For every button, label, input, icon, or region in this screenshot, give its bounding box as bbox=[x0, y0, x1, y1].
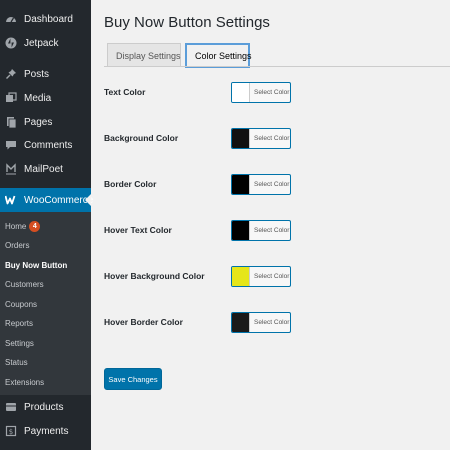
menu-comments-label: Comments bbox=[24, 139, 73, 151]
submenu-item-orders[interactable]: Orders bbox=[5, 238, 29, 252]
dashboard-icon bbox=[4, 12, 18, 26]
hover-background-color-label: Hover Background Color bbox=[104, 271, 205, 281]
settings-main: Buy Now Button Settings Display Settings… bbox=[91, 0, 450, 450]
submenu-item-extensions[interactable]: Extensions bbox=[5, 375, 44, 389]
menu-payments[interactable]: $ Payments bbox=[0, 419, 91, 443]
submenu-item-coupons-label: Coupons bbox=[5, 299, 38, 309]
hover-border-color-label: Hover Border Color bbox=[104, 317, 183, 327]
hover-border-color-picker-button[interactable]: Select Color bbox=[231, 312, 291, 333]
menu-posts[interactable]: Posts bbox=[0, 62, 91, 86]
submenu-item-settings[interactable]: Settings bbox=[5, 336, 34, 350]
jetpack-icon bbox=[4, 36, 18, 50]
color-swatch bbox=[232, 221, 250, 240]
color-swatch bbox=[232, 83, 250, 102]
woocommerce-submenu: Home 4 Orders Buy Now Button Customers C… bbox=[0, 212, 91, 395]
admin-sidebar: Dashboard Jetpack Posts Media Pages Comm… bbox=[0, 0, 94, 450]
hover-text-color-label: Hover Text Color bbox=[104, 225, 172, 235]
submenu-item-settings-label: Settings bbox=[5, 338, 34, 348]
hover-background-color-picker-button[interactable]: Select Color bbox=[231, 266, 291, 287]
tabs-divider bbox=[104, 66, 450, 67]
save-changes-button[interactable]: Save Changes bbox=[104, 368, 162, 390]
page-title: Buy Now Button Settings bbox=[104, 14, 270, 31]
menu-products[interactable]: Products bbox=[0, 395, 91, 419]
color-swatch bbox=[232, 129, 250, 148]
tab-color-settings[interactable]: Color Settings bbox=[185, 43, 252, 68]
menu-jetpack[interactable]: Jetpack bbox=[0, 31, 91, 55]
mailpoet-icon bbox=[4, 162, 18, 176]
menu-jetpack-label: Jetpack bbox=[24, 37, 59, 49]
color-swatch bbox=[232, 175, 250, 194]
menu-comments[interactable]: Comments bbox=[0, 133, 91, 157]
background-color-picker-button[interactable]: Select Color bbox=[231, 128, 291, 149]
color-swatch bbox=[232, 267, 250, 286]
menu-media-label: Media bbox=[24, 92, 52, 104]
submenu-item-coupons[interactable]: Coupons bbox=[5, 297, 37, 311]
svg-text:$: $ bbox=[9, 428, 13, 436]
border-color-picker-button[interactable]: Select Color bbox=[231, 174, 291, 195]
menu-payments-label: Payments bbox=[24, 425, 69, 437]
menu-products-label: Products bbox=[24, 401, 64, 413]
menu-woocommerce-label: WooCommerce bbox=[24, 194, 94, 206]
menu-woocommerce[interactable]: WooCommerce bbox=[0, 188, 94, 212]
select-color-label: Select Color bbox=[254, 319, 290, 326]
select-color-label: Select Color bbox=[254, 181, 290, 188]
select-color-label: Select Color bbox=[254, 135, 290, 142]
color-swatch bbox=[232, 313, 250, 332]
media-icon bbox=[4, 91, 18, 105]
border-color-label: Border Color bbox=[104, 179, 157, 189]
submenu-item-customers-label: Customers bbox=[5, 279, 44, 289]
menu-mailpoet-label: MailPoet bbox=[24, 163, 63, 175]
submenu-item-home[interactable]: Home 4 bbox=[5, 219, 41, 233]
submenu-item-buy-now-button-label: Buy Now Button bbox=[5, 260, 68, 270]
menu-pages-label: Pages bbox=[24, 116, 53, 128]
submenu-item-extensions-label: Extensions bbox=[5, 377, 45, 387]
products-icon bbox=[4, 400, 18, 414]
background-color-label: Background Color bbox=[104, 133, 179, 143]
submenu-item-reports-label: Reports bbox=[5, 318, 34, 328]
text-color-label: Text Color bbox=[104, 87, 146, 97]
comments-icon bbox=[4, 138, 18, 152]
menu-media[interactable]: Media bbox=[0, 86, 91, 110]
menu-dashboard[interactable]: Dashboard bbox=[0, 7, 91, 31]
submenu-item-home-label: Home bbox=[5, 221, 27, 231]
menu-dashboard-label: Dashboard bbox=[24, 13, 73, 25]
menu-pages[interactable]: Pages bbox=[0, 110, 91, 134]
payments-icon: $ bbox=[4, 424, 18, 438]
text-color-picker-button[interactable]: Select Color bbox=[231, 82, 291, 103]
woocommerce-icon bbox=[4, 193, 18, 207]
submenu-item-customers[interactable]: Customers bbox=[5, 277, 44, 291]
submenu-item-status-label: Status bbox=[5, 357, 28, 367]
menu-posts-label: Posts bbox=[24, 68, 50, 80]
submenu-item-status[interactable]: Status bbox=[5, 355, 28, 369]
notification-badge: 4 bbox=[29, 220, 41, 232]
select-color-label: Select Color bbox=[254, 89, 290, 96]
submenu-item-reports[interactable]: Reports bbox=[5, 316, 33, 330]
pages-icon bbox=[4, 115, 18, 129]
submenu-item-buy-now-button[interactable]: Buy Now Button bbox=[5, 258, 67, 272]
submenu-item-orders-label: Orders bbox=[5, 240, 30, 250]
select-color-label: Select Color bbox=[254, 227, 290, 234]
hover-text-color-picker-button[interactable]: Select Color bbox=[231, 220, 291, 241]
tab-display-settings[interactable]: Display Settings bbox=[107, 43, 181, 67]
menu-mailpoet[interactable]: MailPoet bbox=[0, 157, 91, 181]
select-color-label: Select Color bbox=[254, 273, 290, 280]
pin-icon bbox=[4, 67, 18, 81]
